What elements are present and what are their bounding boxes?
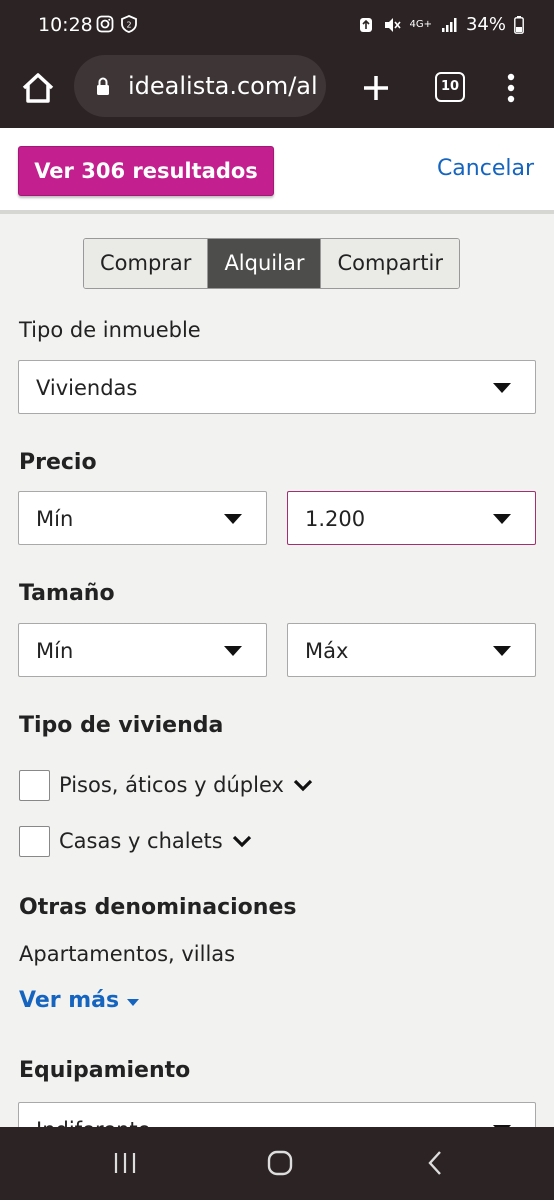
property-type-value: Viviendas <box>36 376 138 400</box>
size-max-value: Máx <box>305 639 349 663</box>
tab-comprar[interactable]: Comprar <box>84 239 209 288</box>
network-label: 4G+ <box>409 18 432 30</box>
size-label: Tamaño <box>19 581 115 606</box>
housing-type-label: Tipo de vivienda <box>19 713 224 738</box>
size-min-select[interactable]: Mín <box>18 623 267 677</box>
tab-switcher-button[interactable]: 10 <box>435 72 465 102</box>
system-nav-bar <box>0 1127 554 1200</box>
dropdown-caret-icon <box>493 646 511 656</box>
recycle-icon <box>360 17 373 32</box>
show-results-button[interactable]: Ver 306 resultados <box>18 146 274 196</box>
size-min-value: Mín <box>36 639 74 663</box>
mute-icon <box>385 17 402 32</box>
address-bar[interactable]: idealista.com/alquiler <box>74 55 326 117</box>
more-vert-icon[interactable] <box>496 68 526 108</box>
tab-alquilar[interactable]: Alquilar <box>208 239 322 288</box>
dropdown-caret-icon <box>493 514 511 524</box>
home-icon[interactable] <box>18 68 58 108</box>
price-max-select[interactable]: 1.200 <box>287 491 536 545</box>
status-bar: 10:28 2 4G+ 34% <box>0 0 554 52</box>
other-names-label: Otras denominaciones <box>19 895 297 920</box>
checkbox[interactable] <box>19 825 50 857</box>
signal-icon <box>441 17 457 32</box>
other-names-text: Apartamentos, villas <box>19 942 236 966</box>
checkbox[interactable] <box>19 769 50 801</box>
battery-percent: 34% <box>465 14 506 35</box>
price-min-value: Mín <box>36 507 74 531</box>
dropdown-caret-icon <box>493 383 511 393</box>
housing-option-label: Casas y chalets <box>59 829 223 853</box>
new-tab-icon[interactable] <box>356 68 396 108</box>
lock-icon <box>97 77 109 95</box>
filter-action-bar: Ver 306 resultados Cancelar <box>0 128 554 214</box>
housing-option-label: Pisos, áticos y dúplex <box>59 773 284 797</box>
caret-down-icon <box>127 998 140 1006</box>
status-time: 10:28 <box>38 14 93 36</box>
size-max-select[interactable]: Máx <box>287 623 536 677</box>
battery-icon <box>514 15 524 34</box>
browser-toolbar: idealista.com/alquiler 10 <box>0 52 554 128</box>
operation-tabs: Comprar Alquilar Compartir <box>83 238 460 289</box>
shield-icon: 2 <box>121 15 137 33</box>
housing-option-houses[interactable]: Casas y chalets <box>19 824 253 858</box>
dropdown-caret-icon <box>224 646 242 656</box>
instagram-icon <box>96 15 114 33</box>
recents-icon[interactable] <box>113 1151 137 1175</box>
price-max-value: 1.200 <box>305 507 366 531</box>
url-text: idealista.com/alquiler <box>128 72 318 100</box>
chevron-down-icon[interactable] <box>231 834 253 848</box>
cancel-link[interactable]: Cancelar <box>437 156 534 181</box>
equipment-label: Equipamiento <box>19 1058 191 1083</box>
see-more-link[interactable]: Ver más <box>19 988 140 1013</box>
property-type-label: Tipo de inmueble <box>19 318 201 342</box>
dropdown-caret-icon <box>224 514 242 524</box>
back-icon[interactable] <box>426 1150 444 1176</box>
property-type-select[interactable]: Viviendas <box>18 360 536 414</box>
tab-compartir[interactable]: Compartir <box>321 239 459 288</box>
housing-option-flats[interactable]: Pisos, áticos y dúplex <box>19 768 314 802</box>
home-nav-icon[interactable] <box>267 1150 293 1176</box>
see-more-label: Ver más <box>19 988 120 1013</box>
svg-text:2: 2 <box>126 21 131 30</box>
price-label: Precio <box>19 450 97 475</box>
chevron-down-icon[interactable] <box>292 778 314 792</box>
price-min-select[interactable]: Mín <box>18 491 267 545</box>
